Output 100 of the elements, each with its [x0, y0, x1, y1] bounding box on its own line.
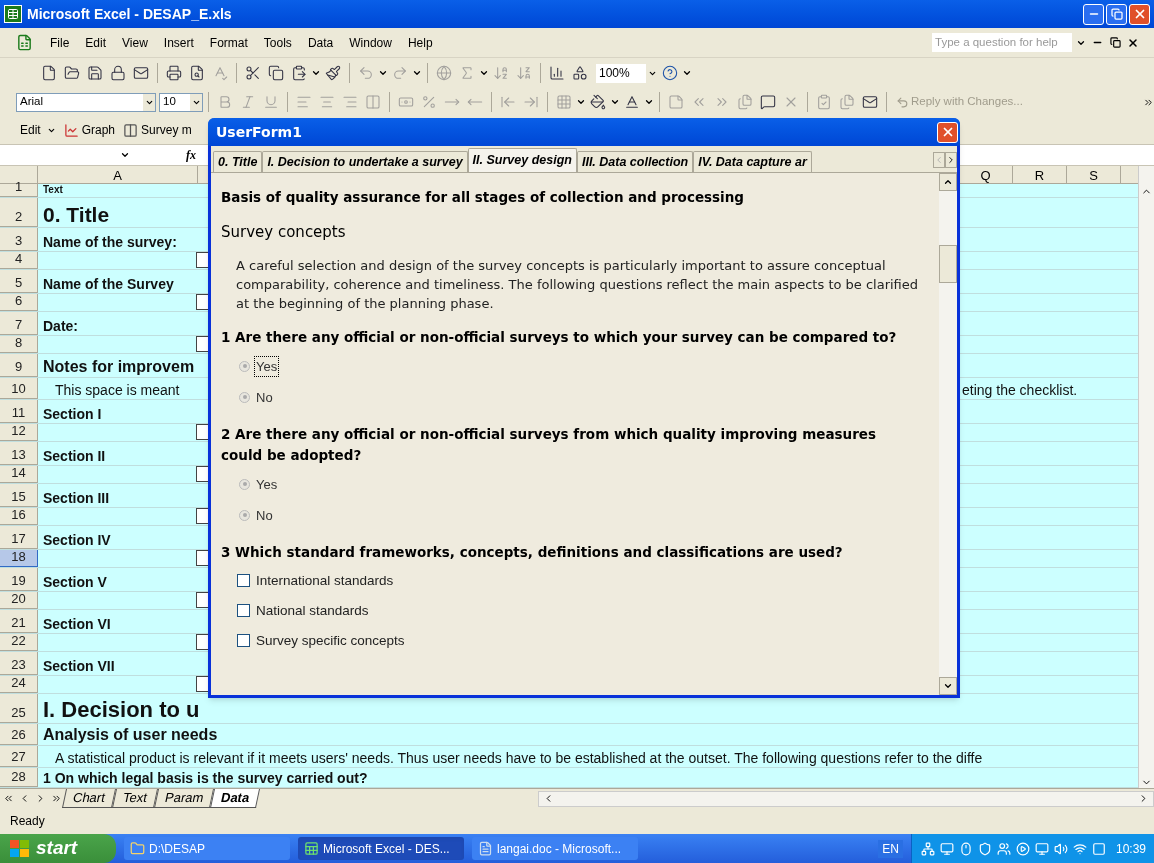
row-header[interactable]: 12: [0, 424, 38, 441]
row-header[interactable]: 23: [0, 652, 38, 675]
radio-label[interactable]: No: [254, 504, 275, 526]
row-header[interactable]: 14: [0, 466, 38, 483]
row-header[interactable]: 3: [0, 228, 38, 251]
radio-label[interactable]: Yes: [254, 355, 280, 377]
tab-scroll-right-button[interactable]: [945, 152, 957, 168]
tab[interactable]: IV. Data capture ar: [693, 151, 812, 172]
radio-button[interactable]: [239, 360, 250, 372]
checkbox[interactable]: [196, 592, 208, 608]
checkbox[interactable]: [196, 676, 208, 692]
menu-item[interactable]: Data: [299, 33, 342, 52]
row-header[interactable]: 8: [0, 336, 38, 353]
checkbox[interactable]: [196, 550, 208, 566]
menu-item[interactable]: View: [114, 33, 156, 52]
close-icon[interactable]: [1126, 36, 1140, 49]
row-header[interactable]: 18: [0, 550, 38, 567]
taskbar-button[interactable]: Microsoft Excel - DES...: [298, 837, 464, 860]
function-label[interactable]: fx: [186, 146, 196, 164]
checkbox[interactable]: [196, 252, 208, 268]
zoom-dropdown[interactable]: 100%: [596, 63, 658, 83]
column-header[interactable]: S: [1066, 166, 1120, 183]
row-header[interactable]: 26: [0, 724, 38, 745]
row-header[interactable]: 5: [0, 270, 38, 293]
close-button[interactable]: [1129, 3, 1150, 25]
sheet-tab[interactable]: Param: [153, 789, 214, 808]
row-header[interactable]: 2: [0, 198, 38, 227]
vertical-scrollbar[interactable]: [939, 173, 957, 695]
checkbox[interactable]: [237, 634, 250, 648]
tab[interactable]: 0. Title: [213, 151, 263, 172]
row-header[interactable]: 24: [0, 676, 38, 693]
column-header[interactable]: A: [38, 166, 198, 183]
restore-button[interactable]: [1106, 3, 1127, 25]
horizontal-scrollbar[interactable]: [538, 790, 1154, 807]
sheet-tab[interactable]: Text: [111, 789, 158, 808]
radio-button[interactable]: [239, 509, 250, 521]
sheet-tab[interactable]: Chart: [62, 789, 116, 808]
tab[interactable]: III. Data collection: [576, 151, 694, 172]
speaker-icon[interactable]: [1052, 841, 1069, 856]
scroll-up-button[interactable]: [939, 173, 957, 191]
sheet-tab[interactable]: Data: [209, 789, 261, 808]
row-header[interactable]: 28: [0, 768, 38, 787]
checkbox[interactable]: [196, 336, 208, 352]
row-header[interactable]: 9: [0, 354, 38, 377]
menu-item[interactable]: Format: [201, 33, 256, 52]
radio-button[interactable]: [239, 478, 250, 490]
checkbox[interactable]: [196, 634, 208, 650]
checkbox[interactable]: [237, 604, 250, 618]
row-header[interactable]: 21: [0, 610, 38, 633]
scrollbar-thumb[interactable]: [939, 245, 957, 283]
checkbox[interactable]: [196, 508, 208, 524]
menu-item[interactable]: Window: [341, 33, 400, 52]
row-header[interactable]: 7: [0, 312, 38, 335]
language-indicator[interactable]: EN: [878, 839, 903, 858]
menu-item[interactable]: Edit: [77, 33, 115, 52]
row-header[interactable]: 15: [0, 484, 38, 507]
checkbox[interactable]: [196, 294, 208, 310]
row-header[interactable]: 27: [0, 746, 38, 767]
row-header[interactable]: 10: [0, 378, 38, 399]
scroll-down-button[interactable]: [939, 677, 957, 695]
checkbox[interactable]: [196, 466, 208, 482]
checkbox[interactable]: [196, 424, 208, 440]
edit-menu-button[interactable]: Edit: [20, 121, 56, 139]
start-button[interactable]: start: [0, 834, 116, 863]
menu-item[interactable]: Tools: [255, 33, 300, 52]
survey-button[interactable]: Survey m: [123, 121, 192, 139]
menu-item[interactable]: Help: [399, 33, 441, 52]
row-header[interactable]: 16: [0, 508, 38, 525]
window-icon[interactable]: [1090, 841, 1107, 856]
row-header[interactable]: 25: [0, 694, 38, 723]
row-header[interactable]: 13: [0, 442, 38, 465]
play-icon[interactable]: [1014, 841, 1031, 856]
vertical-scrollbar[interactable]: [1138, 166, 1154, 788]
taskbar-button[interactable]: D:\DESAP: [124, 837, 290, 860]
menu-item[interactable]: Insert: [155, 33, 202, 52]
graph-button[interactable]: Graph: [63, 121, 116, 139]
font-size-dropdown[interactable]: 10: [159, 92, 203, 112]
radio-label[interactable]: Yes: [254, 473, 280, 495]
network-icon[interactable]: [919, 841, 936, 856]
minimize-button[interactable]: [1083, 3, 1104, 25]
row-header[interactable]: 20: [0, 592, 38, 609]
column-header[interactable]: R: [1012, 166, 1066, 183]
row-header[interactable]: 4: [0, 252, 38, 269]
row-header[interactable]: 1: [0, 184, 38, 197]
row-header[interactable]: 19: [0, 568, 38, 591]
row-header[interactable]: 17: [0, 526, 38, 549]
row-header[interactable]: 22: [0, 634, 38, 651]
radio-label[interactable]: No: [254, 386, 275, 408]
taskbar-button[interactable]: langai.doc - Microsoft...: [472, 837, 638, 860]
radio-button[interactable]: [239, 391, 250, 403]
wifi-icon[interactable]: [1071, 841, 1088, 856]
checkbox[interactable]: [237, 574, 250, 588]
menu-item[interactable]: File: [42, 33, 78, 52]
help-search-field[interactable]: Type a question for help: [932, 33, 1072, 52]
font-dropdown[interactable]: Arial: [16, 92, 156, 112]
computer-icon[interactable]: [1033, 841, 1050, 856]
row-header[interactable]: 11: [0, 400, 38, 423]
restore-icon[interactable]: [1108, 37, 1122, 48]
users-icon[interactable]: [995, 841, 1012, 856]
tab[interactable]: I. Decision to undertake a survey: [262, 151, 468, 172]
